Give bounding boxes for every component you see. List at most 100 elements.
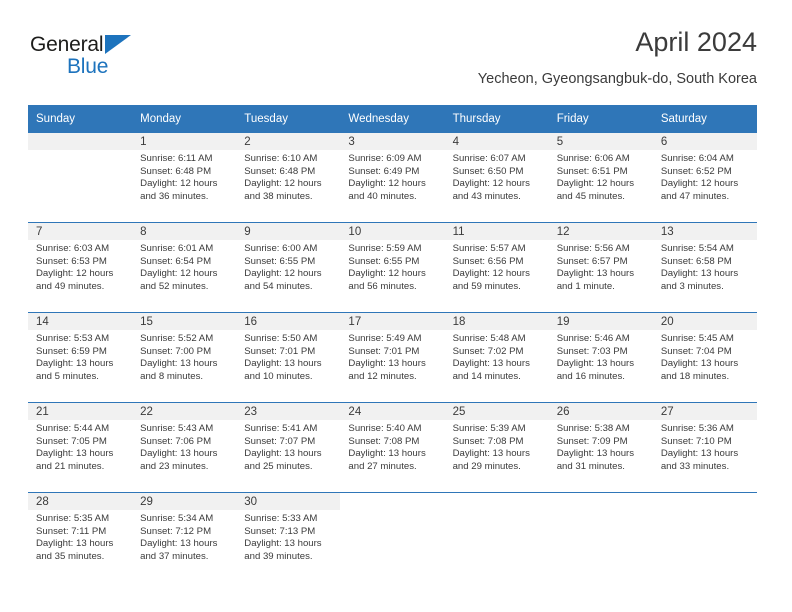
- calendar-cell: 1 Sunrise: 6:11 AM Sunset: 6:48 PM Daylight…: [132, 133, 237, 223]
- daylight-text-line2: and 37 minutes.: [140, 550, 209, 562]
- sunset-text: Sunset: 7:06 PM: [140, 435, 212, 447]
- day-sun-info: Sunrise: 5:43 AM Sunset: 7:06 PM Daylight:…: [132, 420, 236, 473]
- sunrise-text: Sunrise: 5:33 AM: [244, 513, 318, 524]
- calendar-cell: [548, 492, 653, 582]
- day-cell[interactable]: 12 Sunrise: 5:56 AM Sunset: 6:57 PM Dayligh…: [548, 223, 653, 312]
- sunrise-text: Sunrise: 5:50 AM: [244, 333, 318, 344]
- daylight-text-line1: Daylight: 13 hours: [556, 268, 635, 280]
- daylight-text-line1: Daylight: 13 hours: [556, 358, 635, 370]
- day-cell[interactable]: 23 Sunrise: 5:41 AM Sunset: 7:07 PM Dayligh…: [236, 403, 341, 492]
- day-sun-info: Sunrise: 5:57 AM Sunset: 6:56 PM Daylight:…: [445, 240, 549, 293]
- day-cell[interactable]: 10 Sunrise: 5:59 AM Sunset: 6:55 PM Dayligh…: [340, 223, 445, 312]
- sunrise-text: Sunrise: 5:41 AM: [244, 423, 318, 434]
- day-cell[interactable]: 14 Sunrise: 5:53 AM Sunset: 6:59 PM Dayligh…: [28, 313, 133, 402]
- day-cell[interactable]: 7 Sunrise: 6:03 AM Sunset: 6:53 PM Daylight…: [28, 223, 133, 312]
- day-number: 20: [652, 313, 757, 330]
- daylight-text-line1: Daylight: 12 hours: [348, 268, 426, 280]
- day-cell[interactable]: 15 Sunrise: 5:52 AM Sunset: 7:00 PM Dayligh…: [132, 313, 237, 402]
- sunrise-text: Sunrise: 6:04 AM: [660, 153, 734, 164]
- daylight-text-line2: and 40 minutes.: [348, 190, 417, 202]
- day-cell[interactable]: 22 Sunrise: 5:43 AM Sunset: 7:06 PM Dayligh…: [132, 403, 237, 492]
- day-number: 17: [340, 313, 445, 330]
- day-cell[interactable]: 29 Sunrise: 5:34 AM Sunset: 7:12 PM Dayligh…: [132, 493, 237, 582]
- sunset-text: Sunset: 6:56 PM: [452, 255, 524, 267]
- day-cell[interactable]: 20 Sunrise: 5:45 AM Sunset: 7:04 PM Dayligh…: [652, 313, 757, 402]
- sunset-text: Sunset: 6:49 PM: [348, 165, 420, 177]
- sunset-text: Sunset: 7:08 PM: [452, 435, 524, 447]
- day-cell[interactable]: 28 Sunrise: 5:35 AM Sunset: 7:11 PM Dayligh…: [28, 493, 133, 582]
- calendar-header-row: Sunday Monday Tuesday Wednesday Thursday…: [28, 105, 757, 133]
- sunset-text: Sunset: 7:12 PM: [140, 525, 212, 537]
- calendar-cell: 6 Sunrise: 6:04 AM Sunset: 6:52 PM Daylight…: [652, 133, 757, 223]
- day-cell[interactable]: 9 Sunrise: 6:00 AM Sunset: 6:55 PM Daylight…: [236, 223, 341, 312]
- calendar-page: General Blue April 2024 Yecheon, Gyeongs…: [0, 0, 792, 612]
- day-sun-info: Sunrise: 5:44 AM Sunset: 7:05 PM Daylight:…: [28, 420, 132, 473]
- day-number: 7: [28, 223, 133, 240]
- day-cell-empty: [444, 493, 549, 582]
- calendar-week-row: 14 Sunrise: 5:53 AM Sunset: 6:59 PM Dayligh…: [28, 312, 757, 403]
- sunset-text: Sunset: 7:13 PM: [244, 525, 316, 537]
- day-cell[interactable]: 17 Sunrise: 5:49 AM Sunset: 7:01 PM Dayligh…: [340, 313, 445, 402]
- weekday-header-wednesday: Wednesday: [340, 105, 445, 133]
- daylight-text-line2: and 14 minutes.: [452, 370, 521, 382]
- sunset-text: Sunset: 6:51 PM: [556, 165, 628, 177]
- day-cell[interactable]: 8 Sunrise: 6:01 AM Sunset: 6:54 PM Daylight…: [132, 223, 237, 312]
- sunrise-text: Sunrise: 5:54 AM: [660, 243, 734, 254]
- calendar-cell: 24 Sunrise: 5:40 AM Sunset: 7:08 PM Dayligh…: [340, 402, 445, 493]
- day-cell[interactable]: 30 Sunrise: 5:33 AM Sunset: 7:13 PM Dayligh…: [236, 493, 341, 582]
- day-cell[interactable]: 16 Sunrise: 5:50 AM Sunset: 7:01 PM Dayligh…: [236, 313, 341, 402]
- sunset-text: Sunset: 6:54 PM: [140, 255, 212, 267]
- daylight-text-line1: Daylight: 13 hours: [36, 358, 114, 370]
- day-cell[interactable]: 24 Sunrise: 5:40 AM Sunset: 7:08 PM Dayligh…: [340, 403, 445, 492]
- day-sun-info: Sunrise: 5:52 AM Sunset: 7:00 PM Daylight:…: [132, 330, 236, 383]
- daylight-text-line2: and 25 minutes.: [244, 460, 313, 472]
- sunrise-text: Sunrise: 5:45 AM: [660, 333, 734, 344]
- day-number: 8: [132, 223, 237, 240]
- daylight-text-line1: Daylight: 13 hours: [140, 448, 218, 460]
- calendar-body: 1 Sunrise: 6:11 AM Sunset: 6:48 PM Daylight…: [28, 133, 757, 582]
- calendar-cell: 29 Sunrise: 5:34 AM Sunset: 7:12 PM Dayligh…: [132, 492, 237, 582]
- daylight-text-line1: Daylight: 12 hours: [348, 178, 426, 190]
- sunset-text: Sunset: 7:10 PM: [660, 435, 732, 447]
- day-cell[interactable]: 19 Sunrise: 5:46 AM Sunset: 7:03 PM Dayligh…: [548, 313, 653, 402]
- day-cell[interactable]: 26 Sunrise: 5:38 AM Sunset: 7:09 PM Dayligh…: [548, 403, 653, 492]
- day-cell[interactable]: 25 Sunrise: 5:39 AM Sunset: 7:08 PM Dayligh…: [444, 403, 549, 492]
- day-sun-info: Sunrise: 5:36 AM Sunset: 7:10 PM Daylight:…: [653, 420, 757, 473]
- day-number: 19: [548, 313, 653, 330]
- day-cell[interactable]: 27 Sunrise: 5:36 AM Sunset: 7:10 PM Dayligh…: [652, 403, 757, 492]
- sunrise-text: Sunrise: 5:53 AM: [36, 333, 110, 344]
- brand-logo[interactable]: General Blue: [30, 32, 210, 90]
- day-number: 5: [548, 133, 653, 150]
- daylight-text-line2: and 54 minutes.: [244, 280, 313, 292]
- daylight-text-line1: Daylight: 13 hours: [660, 358, 739, 370]
- day-number: 21: [28, 403, 133, 420]
- day-cell[interactable]: 5 Sunrise: 6:06 AM Sunset: 6:51 PM Daylight…: [548, 133, 653, 222]
- sunrise-text: Sunrise: 6:11 AM: [140, 153, 213, 164]
- day-sun-info: Sunrise: 6:10 AM Sunset: 6:48 PM Daylight:…: [236, 150, 340, 203]
- daylight-text-line1: Daylight: 13 hours: [36, 538, 114, 550]
- day-cell[interactable]: 2 Sunrise: 6:10 AM Sunset: 6:48 PM Daylight…: [236, 133, 341, 222]
- weekday-header-monday: Monday: [132, 105, 237, 133]
- day-cell-empty: [548, 493, 653, 582]
- day-cell[interactable]: 18 Sunrise: 5:48 AM Sunset: 7:02 PM Dayligh…: [444, 313, 549, 402]
- calendar-cell: 11 Sunrise: 5:57 AM Sunset: 6:56 PM Dayligh…: [444, 222, 549, 313]
- brand-triangle-icon: [105, 35, 131, 54]
- calendar-cell: 21 Sunrise: 5:44 AM Sunset: 7:05 PM Dayligh…: [28, 402, 133, 493]
- day-cell[interactable]: 11 Sunrise: 5:57 AM Sunset: 6:56 PM Dayligh…: [444, 223, 549, 312]
- day-cell[interactable]: 6 Sunrise: 6:04 AM Sunset: 6:52 PM Daylight…: [652, 133, 757, 222]
- day-cell[interactable]: 3 Sunrise: 6:09 AM Sunset: 6:49 PM Daylight…: [340, 133, 445, 222]
- day-cell-empty: [28, 133, 133, 222]
- sunrise-text: Sunrise: 5:39 AM: [452, 423, 526, 434]
- daylight-text-line1: Daylight: 13 hours: [452, 448, 530, 460]
- day-cell[interactable]: 1 Sunrise: 6:11 AM Sunset: 6:48 PM Daylight…: [132, 133, 237, 222]
- location-subtitle: Yecheon, Gyeongsangbuk-do, South Korea: [477, 71, 757, 87]
- day-number: 2: [236, 133, 341, 150]
- calendar-cell: 22 Sunrise: 5:43 AM Sunset: 7:06 PM Dayligh…: [132, 402, 237, 493]
- sunset-text: Sunset: 7:01 PM: [244, 345, 316, 357]
- sunset-text: Sunset: 6:48 PM: [244, 165, 316, 177]
- sunrise-text: Sunrise: 5:44 AM: [36, 423, 110, 434]
- day-cell[interactable]: 4 Sunrise: 6:07 AM Sunset: 6:50 PM Daylight…: [444, 133, 549, 222]
- day-cell[interactable]: 21 Sunrise: 5:44 AM Sunset: 7:05 PM Dayligh…: [28, 403, 133, 492]
- day-number: 4: [444, 133, 549, 150]
- day-cell[interactable]: 13 Sunrise: 5:54 AM Sunset: 6:58 PM Dayligh…: [652, 223, 757, 312]
